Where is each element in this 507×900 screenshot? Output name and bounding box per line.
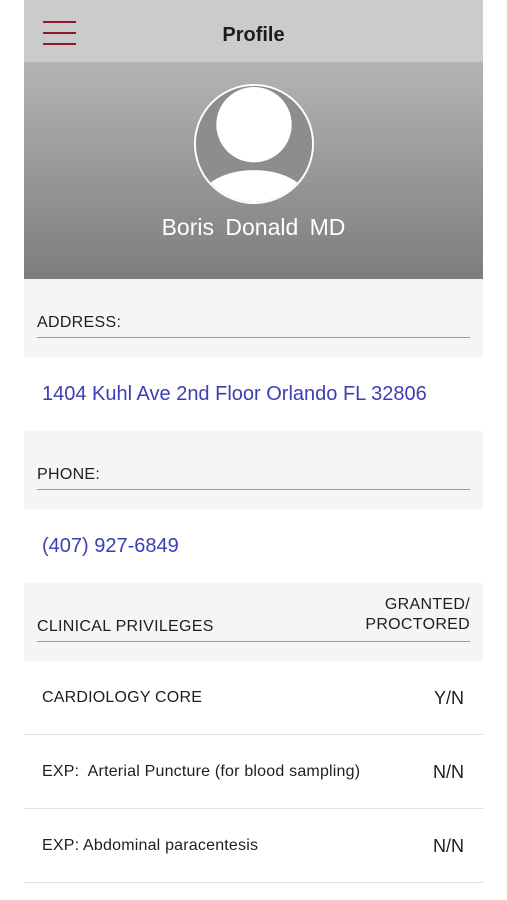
granted-proctored-header: GRANTED/ PROCTORED	[365, 595, 470, 635]
proctored-header-line: PROCTORED	[365, 616, 470, 633]
privilege-row[interactable]: EXP: Abdominal paracentesis N/N	[24, 809, 483, 883]
address-label: ADDRESS:	[37, 314, 122, 331]
divider	[37, 641, 470, 642]
phone-link[interactable]: (407) 927-6849	[42, 509, 179, 583]
phone-row: (407) 927-6849	[24, 509, 483, 583]
privilege-name: EXP: Arterial Puncture (for blood sampli…	[42, 763, 361, 780]
privilege-name: EXP: Abdominal paracentesis	[42, 837, 259, 854]
address-section-header: ADDRESS:	[24, 279, 483, 357]
user-avatar-icon	[194, 84, 314, 204]
privilege-name: CARDIOLOGY CORE	[42, 689, 203, 706]
privileges-section-header: CLINICAL PRIVILEGES GRANTED/ PROCTORED	[24, 583, 483, 661]
avatar-silhouette	[196, 86, 312, 202]
page-title: Profile	[222, 24, 285, 46]
phone-label: PHONE:	[37, 466, 101, 483]
profile-name: Boris Donald MD	[161, 214, 346, 240]
privilege-status: N/N	[433, 836, 464, 856]
privilege-row[interactable]: EXP: Arterial Puncture (for blood sampli…	[24, 735, 483, 809]
privilege-row[interactable]: CARDIOLOGY CORE Y/N	[24, 661, 483, 735]
privileges-label: CLINICAL PRIVILEGES	[37, 618, 214, 635]
granted-header-line: GRANTED/	[384, 596, 470, 613]
phone-section-header: PHONE:	[24, 431, 483, 509]
top-bar: Profile	[24, 0, 483, 62]
address-row: 1404 Kuhl Ave 2nd Floor Orlando FL 32806	[24, 357, 483, 431]
profile-screen: Profile Boris Donald MD ADDRESS: 1404 Ku…	[24, 0, 483, 900]
privilege-status: N/N	[433, 762, 464, 782]
privilege-status: Y/N	[433, 688, 464, 708]
divider	[37, 489, 470, 490]
divider	[37, 337, 470, 338]
address-link[interactable]: 1404 Kuhl Ave 2nd Floor Orlando FL 32806	[42, 357, 427, 431]
